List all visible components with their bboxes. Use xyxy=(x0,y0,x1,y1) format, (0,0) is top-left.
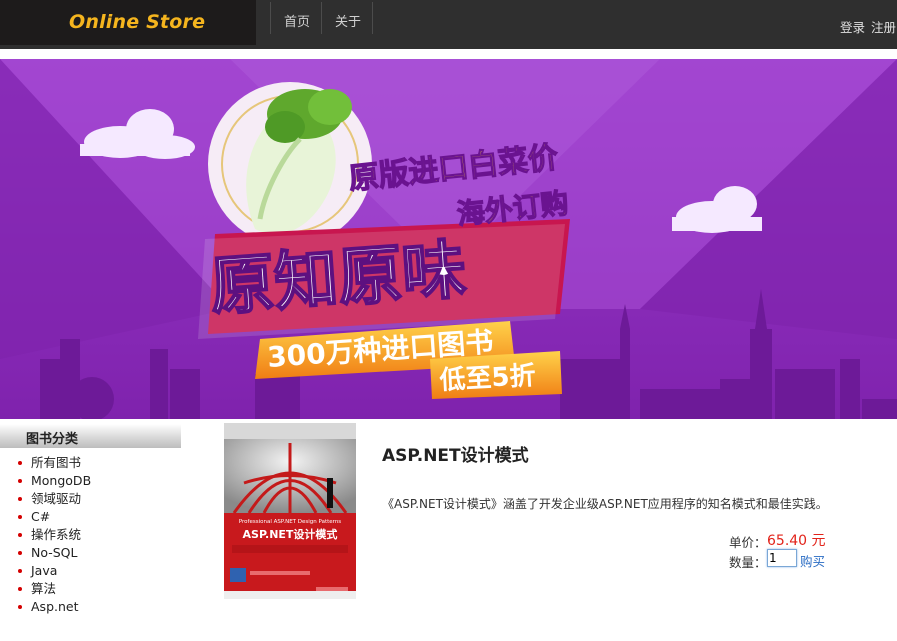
login-link[interactable]: 登录 xyxy=(840,17,865,36)
nav-divider xyxy=(321,2,322,34)
header-spacer xyxy=(0,49,897,59)
category-item-nosql[interactable]: No-SQL xyxy=(0,544,91,562)
top-navbar: Online Store 首页 关于 登录 注册 xyxy=(0,0,897,49)
category-item-ddd[interactable]: 领域驱动 xyxy=(0,490,91,508)
category-item-mongodb[interactable]: MongoDB xyxy=(0,472,91,490)
register-link[interactable]: 注册 xyxy=(871,17,896,36)
nav-divider xyxy=(270,2,271,34)
category-item-all[interactable]: 所有图书 xyxy=(0,454,91,472)
category-header: 图书分类 xyxy=(0,424,181,448)
price-value: 65.40 元 xyxy=(767,533,826,549)
cover-series: Professional ASP.NET Design Patterns xyxy=(239,519,341,525)
book-description: 《ASP.NET设计模式》涵盖了开发企业级ASP.NET应用程序的知名模式和最佳… xyxy=(382,497,828,511)
logo-area[interactable]: Online Store xyxy=(0,0,256,45)
nav-about-link[interactable]: 关于 xyxy=(335,11,361,30)
category-item-algorithm[interactable]: 算法 xyxy=(0,580,91,598)
promo-banner[interactable]: 原版进口白菜价 海外订购 原知原味 300万种进口图书 低至5折 xyxy=(0,59,897,419)
quantity-input[interactable] xyxy=(767,549,797,567)
banner-line4: 低至5折 xyxy=(438,361,537,396)
logo-text[interactable]: Online Store xyxy=(69,11,205,33)
book-cover-image[interactable]: Professional ASP.NET Design Patterns ASP… xyxy=(224,423,356,599)
cover-title: ASP.NET设计模式 xyxy=(243,527,338,541)
quantity-label: 数量： xyxy=(729,555,767,570)
buy-link[interactable]: 购买 xyxy=(800,551,825,570)
nav-home-link[interactable]: 首页 xyxy=(284,11,310,30)
price-label: 单价： xyxy=(729,535,767,550)
category-item-java[interactable]: Java xyxy=(0,562,91,580)
category-list: 所有图书 MongoDB 领域驱动 C# 操作系统 No-SQL Java 算法… xyxy=(0,454,91,616)
category-title: 图书分类 xyxy=(26,432,79,447)
nav-divider xyxy=(372,2,373,34)
book-title: ASP.NET设计模式 xyxy=(382,446,529,466)
category-item-csharp[interactable]: C# xyxy=(0,508,91,526)
banner-artwork: 原版进口白菜价 海外订购 原知原味 300万种进口图书 低至5折 xyxy=(0,59,897,419)
category-item-aspnet[interactable]: Asp.net xyxy=(0,598,91,616)
category-item-os[interactable]: 操作系统 xyxy=(0,526,91,544)
